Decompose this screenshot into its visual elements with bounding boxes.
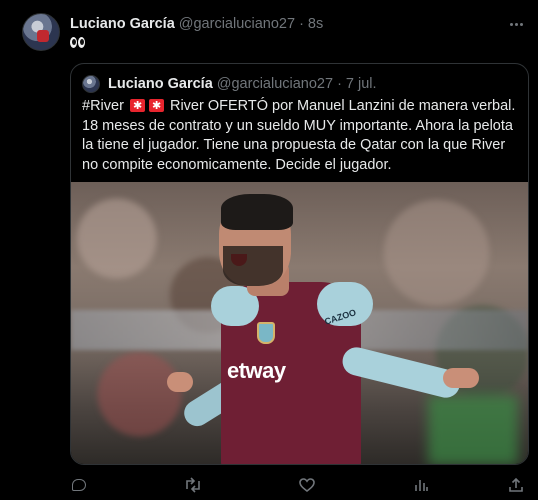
tweet-actions [70, 476, 525, 496]
reply-icon[interactable] [70, 476, 88, 494]
tweet-time[interactable]: 8s [308, 16, 323, 32]
eye-left [70, 37, 77, 48]
share-icon[interactable] [507, 476, 525, 494]
author-name[interactable]: Luciano García [70, 16, 175, 32]
avatar-badge [37, 30, 49, 42]
quoted-tweet[interactable]: Luciano García @garcialuciano27 · 7 jul.… [70, 63, 529, 465]
tweet[interactable]: Luciano García @garcialuciano27 · 8s Luc… [0, 0, 538, 500]
more-options-icon[interactable] [506, 14, 526, 34]
views-icon[interactable] [412, 476, 430, 494]
quoted-tweet-header: Luciano García @garcialuciano27 · 7 jul. [82, 74, 377, 94]
quoted-tweet-photo[interactable]: etway CAZOO [71, 182, 528, 464]
quoted-author-handle: @garcialuciano27 [216, 76, 334, 92]
eye-right [78, 37, 85, 48]
retweet-icon[interactable] [184, 476, 202, 494]
tweet-header: Luciano García @garcialuciano27 · 8s [70, 14, 323, 34]
hashtag-link[interactable]: #River [82, 98, 124, 114]
shirt-sponsor: etway [227, 358, 286, 383]
eyes-emoji [70, 37, 85, 48]
player-right-hand [443, 368, 479, 388]
author-handle[interactable]: @garcialuciano27 [179, 16, 295, 32]
player-hair [221, 194, 293, 230]
quoted-avatar [82, 75, 100, 93]
separator-dot: · [299, 16, 304, 32]
river-plate-flag-icon [148, 97, 164, 117]
pitch-edge [428, 395, 518, 464]
quoted-tweet-body: River OFERTÓ por Manuel Lanzini de maner… [82, 98, 516, 173]
club-crest-icon [257, 322, 275, 344]
player-beard [223, 246, 283, 286]
quoted-tweet-text: #River River OFERTÓ por Manuel Lanzini d… [82, 97, 522, 175]
player-left-hand [167, 372, 193, 392]
quoted-separator-dot: · [337, 76, 342, 92]
quoted-tweet-time: 7 jul. [345, 76, 377, 92]
like-icon[interactable] [298, 476, 316, 494]
river-plate-flag-icon [129, 97, 145, 117]
avatar[interactable] [22, 13, 60, 51]
quoted-author-name: Luciano García [108, 76, 213, 92]
